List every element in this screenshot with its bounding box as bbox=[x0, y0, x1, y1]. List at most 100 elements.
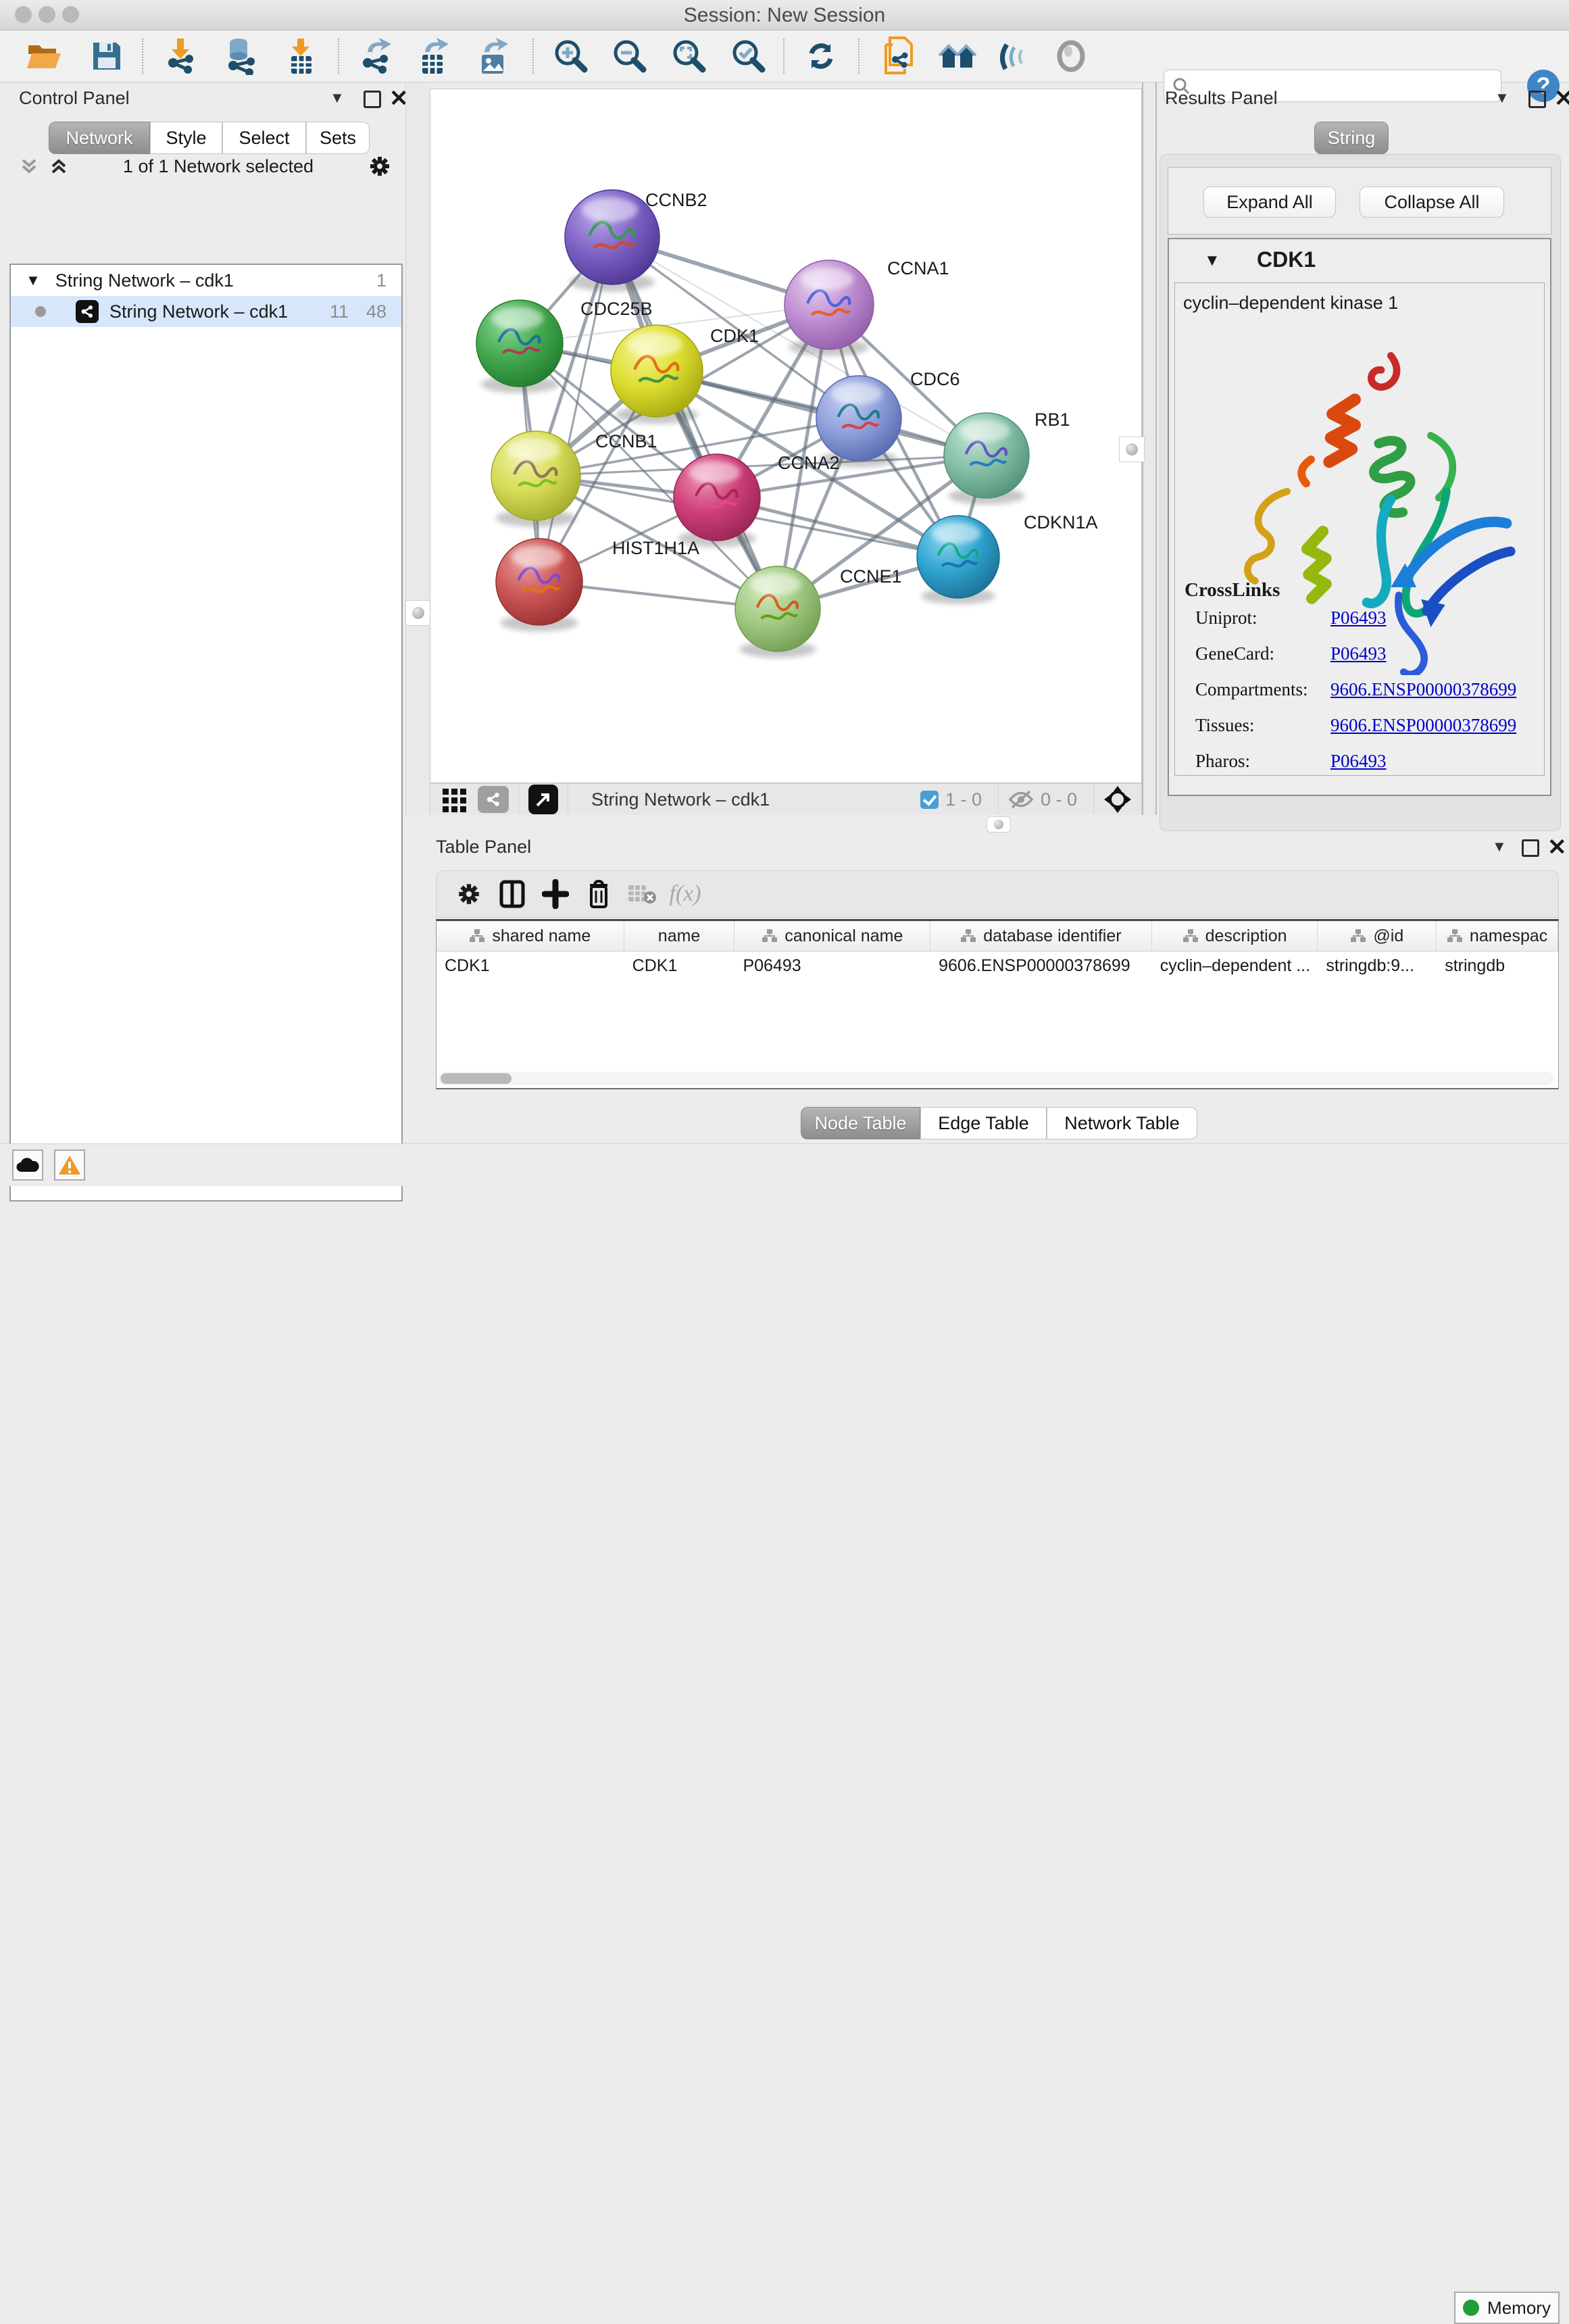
gear-icon[interactable] bbox=[368, 154, 392, 178]
node-label-HIST1H1A: HIST1H1A bbox=[612, 538, 699, 558]
crosslink-link[interactable]: P06493 bbox=[1330, 751, 1387, 772]
navigator-icon[interactable] bbox=[1103, 785, 1132, 814]
table-row[interactable]: CDK1CDK1P064939606.ENSP00000378699cyclin… bbox=[437, 951, 1558, 980]
tab-select[interactable]: Select bbox=[222, 122, 306, 154]
delete-table-button[interactable] bbox=[620, 876, 664, 912]
table-panel-menu-icon[interactable]: ▼ bbox=[1492, 838, 1507, 856]
tab-network-table[interactable]: Network Table bbox=[1047, 1107, 1197, 1139]
import-network-file-button[interactable] bbox=[157, 34, 205, 78]
export-network-button[interactable] bbox=[351, 34, 400, 78]
zoom-selected-button[interactable] bbox=[724, 34, 773, 78]
table-panel-close-icon[interactable]: ✕ bbox=[1547, 841, 1567, 854]
import-network-database-button[interactable] bbox=[216, 34, 265, 78]
network-node-CDKN1A[interactable] bbox=[917, 516, 999, 604]
tab-string[interactable]: String bbox=[1314, 122, 1389, 154]
network-from-document-button[interactable] bbox=[874, 34, 923, 78]
memory-button[interactable]: Memory bbox=[1454, 2292, 1560, 2324]
crosslink-link[interactable]: P06493 bbox=[1330, 643, 1387, 664]
results-panel-menu-icon[interactable]: ▼ bbox=[1495, 89, 1510, 107]
bottom-splitter-knob[interactable] bbox=[987, 816, 1011, 833]
delete-column-button[interactable] bbox=[577, 876, 620, 912]
cloud-status-button[interactable] bbox=[12, 1149, 43, 1181]
control-panel-menu-icon[interactable]: ▼ bbox=[330, 89, 345, 107]
tab-edge-table[interactable]: Edge Table bbox=[920, 1107, 1047, 1139]
cloud-icon bbox=[16, 1157, 39, 1173]
show-hidden-button[interactable] bbox=[1047, 34, 1095, 78]
open-session-button[interactable] bbox=[20, 34, 69, 78]
column-header-canonical-name[interactable]: canonical name bbox=[734, 921, 930, 951]
tab-sets[interactable]: Sets bbox=[306, 122, 370, 154]
control-panel-float-icon[interactable] bbox=[364, 91, 381, 108]
left-splitter[interactable] bbox=[405, 82, 430, 815]
left-splitter-knob[interactable] bbox=[405, 600, 431, 626]
expand-all-button[interactable]: Expand All bbox=[1203, 187, 1336, 218]
table-settings-button[interactable] bbox=[447, 876, 491, 912]
grid-view-icon[interactable] bbox=[441, 786, 468, 813]
network-canvas[interactable]: CCNB2CCNA1CDC25BCDK1CDC6RB1CCNB1CCNA2CDK… bbox=[430, 89, 1142, 783]
crosslink-link[interactable]: 9606.ENSP00000378699 bbox=[1330, 715, 1516, 736]
node-label-RB1: RB1 bbox=[1035, 410, 1070, 430]
network-node-HIST1H1A[interactable] bbox=[496, 539, 582, 632]
column-header-shared-name[interactable]: shared name bbox=[437, 921, 624, 951]
network-view-mode-icon[interactable] bbox=[478, 786, 509, 813]
table-hscrollbar[interactable] bbox=[439, 1072, 1553, 1085]
results-panel-float-icon[interactable] bbox=[1528, 91, 1546, 108]
import-table-button[interactable] bbox=[277, 34, 326, 78]
refresh-button[interactable] bbox=[797, 34, 845, 78]
crosslink-link[interactable]: 9606.ENSP00000378699 bbox=[1330, 679, 1516, 700]
collection-name: String Network – cdk1 bbox=[55, 270, 234, 291]
hide-selected-button[interactable] bbox=[989, 34, 1038, 78]
home-button[interactable] bbox=[933, 34, 982, 78]
column-header-name[interactable]: name bbox=[624, 921, 735, 951]
detach-view-button[interactable] bbox=[528, 785, 558, 814]
function-builder-button[interactable]: f(x) bbox=[664, 876, 707, 912]
save-session-button[interactable] bbox=[82, 34, 131, 78]
zoom-fit-button[interactable] bbox=[665, 34, 714, 78]
export-image-button[interactable] bbox=[469, 34, 518, 78]
hidden-count: 0 - 0 bbox=[1041, 789, 1077, 810]
table-hscrollbar-thumb[interactable] bbox=[441, 1073, 512, 1084]
warnings-button[interactable] bbox=[54, 1149, 85, 1181]
network-row[interactable]: String Network – cdk1 11 48 bbox=[11, 296, 401, 327]
network-node-CCNA1[interactable] bbox=[784, 260, 874, 356]
add-column-button[interactable] bbox=[534, 876, 577, 912]
tab-network[interactable]: Network bbox=[49, 122, 150, 154]
expand-all-icon[interactable] bbox=[49, 156, 69, 176]
open-folder-icon bbox=[26, 40, 63, 72]
show-columns-button[interactable] bbox=[491, 876, 534, 912]
column-header-database-identifier[interactable]: database identifier bbox=[930, 921, 1152, 951]
column-header-description[interactable]: description bbox=[1152, 921, 1318, 951]
network-node-CCNB1[interactable] bbox=[491, 431, 580, 527]
network-node-CDK1[interactable] bbox=[611, 325, 703, 424]
main-toolbar: ? bbox=[0, 30, 1569, 82]
column-header-namespac[interactable]: namespac bbox=[1437, 921, 1558, 951]
crosslink-label: Compartments: bbox=[1195, 679, 1330, 700]
export-table-button[interactable] bbox=[409, 34, 458, 78]
column-header-@id[interactable]: @id bbox=[1318, 921, 1437, 951]
right-splitter-knob[interactable] bbox=[1119, 437, 1145, 462]
collapse-all-icon[interactable] bbox=[19, 156, 39, 176]
hidden-eye-icon[interactable] bbox=[1008, 789, 1034, 810]
results-panel-close-icon[interactable]: ✕ bbox=[1554, 92, 1569, 105]
network-view[interactable]: CCNB2CCNA1CDC25BCDK1CDC6RB1CCNB1CCNA2CDK… bbox=[430, 89, 1141, 783]
zoom-out-button[interactable] bbox=[605, 34, 654, 78]
network-node-CDC25B[interactable] bbox=[476, 300, 563, 393]
network-node-CCNA2[interactable] bbox=[674, 454, 760, 547]
crosslink-row: GeneCard:P06493 bbox=[1195, 643, 1387, 664]
collection-expander-icon[interactable]: ▼ bbox=[26, 272, 41, 289]
network-collection-row[interactable]: ▼ String Network – cdk1 1 bbox=[11, 265, 401, 296]
zoom-selected-icon bbox=[730, 38, 767, 74]
node-section-expander-icon[interactable]: ▼ bbox=[1204, 251, 1220, 270]
zoom-in-button[interactable] bbox=[547, 34, 595, 78]
network-view-title: String Network – cdk1 bbox=[591, 789, 770, 810]
selected-checkbox-icon[interactable] bbox=[920, 791, 939, 809]
tab-node-table[interactable]: Node Table bbox=[801, 1107, 920, 1139]
tab-style[interactable]: Style bbox=[150, 122, 222, 154]
collapse-all-button[interactable]: Collapse All bbox=[1360, 187, 1504, 218]
status-bar: Memory bbox=[0, 1143, 1569, 1186]
network-node-CCNE1[interactable] bbox=[735, 566, 820, 658]
network-edges[interactable] bbox=[520, 237, 987, 609]
table-panel-float-icon[interactable] bbox=[1522, 839, 1539, 857]
network-node-RB1[interactable] bbox=[944, 413, 1029, 504]
crosslink-link[interactable]: P06493 bbox=[1330, 608, 1387, 628]
